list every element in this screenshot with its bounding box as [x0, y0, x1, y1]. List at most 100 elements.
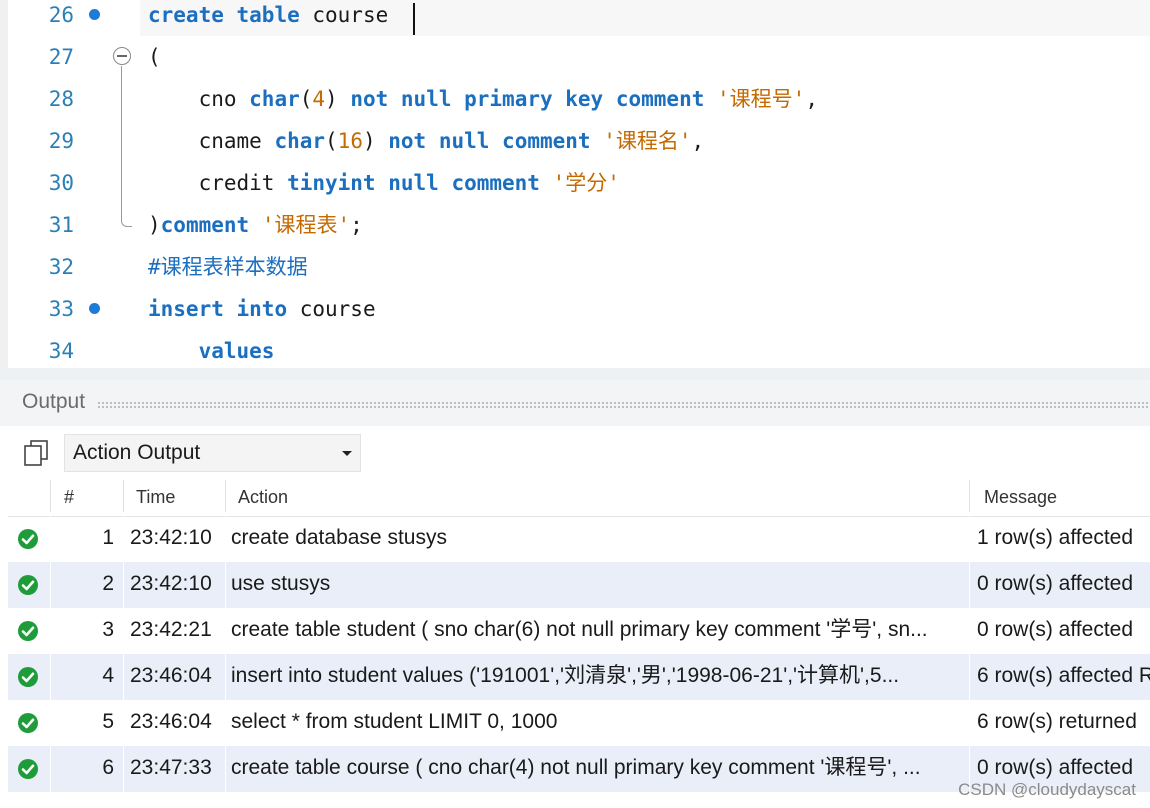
code-token: ,	[691, 129, 705, 153]
sql-editor[interactable]: 26 create table course 27(28 cno char(4) n…	[0, 0, 1150, 368]
code-token: #课程表样本数据	[148, 255, 308, 279]
code-token: values	[198, 339, 275, 363]
code-token: '学分'	[552, 171, 620, 195]
code-line[interactable]: 32 #课程表样本数据	[0, 246, 1150, 288]
column-header-time[interactable]: Time	[136, 476, 175, 516]
row-message: 0 row(s) affected	[977, 618, 1134, 641]
fold-guide-end	[121, 218, 132, 227]
cell-divider	[50, 608, 51, 654]
code-token: cname	[148, 129, 275, 153]
line-number: 31	[48, 213, 74, 237]
table-row[interactable]: 3 23:42:21 create table student ( sno char…	[8, 608, 1150, 654]
column-separator[interactable]	[123, 480, 124, 512]
output-type-value: Action Output	[73, 441, 201, 464]
code-text: credit tinyint null comment '学分'	[148, 162, 620, 204]
code-text: cname char(16) not null comment '课程名',	[148, 120, 705, 162]
cell-divider	[123, 654, 124, 700]
cell-divider	[123, 608, 124, 654]
cell-divider	[969, 654, 970, 700]
code-token: credit	[148, 171, 288, 195]
row-message: 6 row(s) affected R	[977, 664, 1150, 687]
cell-divider	[50, 700, 51, 746]
column-header-action[interactable]: Action	[238, 476, 288, 516]
row-number: 6	[102, 756, 114, 779]
line-number: 30	[48, 171, 74, 195]
copy-icon[interactable]	[24, 440, 48, 466]
row-time: 23:42:21	[130, 618, 212, 641]
text-caret	[413, 3, 415, 35]
code-token: not null comment	[388, 129, 591, 153]
code-token: comment	[160, 213, 250, 237]
code-text: )comment '课程表';	[148, 204, 363, 246]
cell-divider	[969, 562, 970, 608]
code-line[interactable]: 28 cno char(4) not null primary key comm…	[0, 78, 1150, 120]
fold-collapse-icon[interactable]	[113, 47, 131, 65]
code-token: '课程名'	[603, 129, 692, 153]
code-token: create	[148, 3, 224, 27]
line-number: 32	[48, 255, 74, 279]
table-row[interactable]: 2 23:42:10 use stusys 0 row(s) affected	[8, 562, 1150, 608]
row-message: 1 row(s) affected	[977, 526, 1134, 549]
row-time: 23:42:10	[130, 572, 212, 595]
success-check-icon	[18, 621, 38, 641]
line-number: 29	[48, 129, 74, 153]
code-token: )	[362, 129, 389, 153]
column-separator[interactable]	[225, 480, 226, 512]
code-line[interactable]: 31 )comment '课程表';	[0, 204, 1150, 246]
row-action: create table student ( sno char(6) not n…	[231, 618, 928, 641]
code-token: ,	[805, 87, 818, 111]
column-header-message[interactable]: Message	[984, 476, 1057, 516]
output-title: Output	[22, 390, 86, 413]
code-token: )	[148, 213, 161, 237]
code-token: 16	[337, 129, 363, 153]
column-separator[interactable]	[50, 480, 51, 512]
code-line[interactable]: 27 (	[0, 36, 1150, 78]
cell-divider	[969, 700, 970, 746]
row-number: 1	[102, 526, 114, 549]
column-separator[interactable]	[969, 480, 970, 512]
table-row[interactable]: 1 23:42:10 create database stusys 1 row(s) …	[8, 516, 1150, 562]
table-row[interactable]: 4 23:46:04 insert into student values ('19…	[8, 654, 1150, 700]
cell-divider	[225, 654, 226, 700]
success-check-icon	[18, 575, 38, 595]
code-text: (	[148, 36, 161, 78]
statement-marker-icon[interactable]	[89, 303, 100, 314]
row-action: select * from student LIMIT 0, 1000	[231, 710, 558, 733]
row-time: 23:46:04	[130, 664, 212, 687]
code-line[interactable]: 26 create table course	[0, 0, 1150, 36]
code-token: (	[325, 129, 338, 153]
code-text: values	[148, 330, 275, 368]
code-token: not null primary key comment	[350, 87, 705, 111]
action-output-grid: # Time Action Message 1 23:42:10 create da…	[8, 476, 1150, 808]
code-token: '课程表'	[261, 213, 351, 237]
code-token: course	[287, 297, 376, 321]
code-line[interactable]: 33 insert into course	[0, 288, 1150, 330]
code-text: cno char(4) not null primary key comment…	[148, 78, 818, 120]
fold-guide-line	[121, 66, 122, 218]
code-line[interactable]: 34 values	[0, 330, 1150, 368]
code-token: )	[325, 87, 351, 111]
cell-divider	[123, 746, 124, 792]
code-token: course	[299, 3, 389, 27]
code-line[interactable]: 30 credit tinyint null comment '学分'	[0, 162, 1150, 204]
success-check-icon	[18, 667, 38, 687]
code-line[interactable]: 29 cname char(16) not null comment '课程名'…	[0, 120, 1150, 162]
cell-divider	[225, 746, 226, 792]
cell-divider	[969, 516, 970, 562]
output-type-select[interactable]: Action Output	[64, 434, 361, 472]
code-token: table	[236, 3, 300, 27]
line-number: 33	[48, 297, 74, 321]
row-number: 3	[102, 618, 114, 641]
row-action: create table course ( cno char(4) not nu…	[231, 756, 921, 779]
row-time: 23:46:04	[130, 710, 212, 733]
table-row[interactable]: 5 23:46:04 select * from student LIMIT 0, …	[8, 700, 1150, 746]
statement-marker-icon[interactable]	[89, 9, 100, 20]
panel-splitter[interactable]	[0, 368, 1150, 380]
column-header-num[interactable]: #	[64, 476, 74, 516]
